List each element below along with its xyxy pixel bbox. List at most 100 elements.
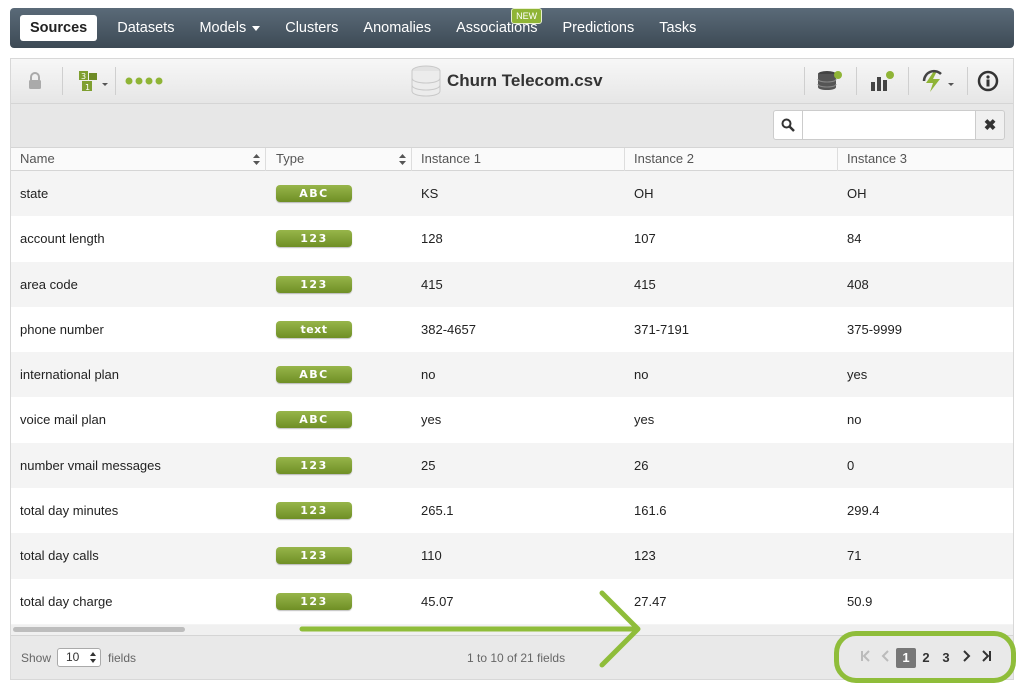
- instance-3-cell: 71: [847, 548, 862, 564]
- table-row[interactable]: account length 128 107 84 123: [11, 216, 1013, 262]
- column-header-instance-2: Instance 2: [625, 148, 838, 171]
- column-header-label: Type: [276, 151, 305, 166]
- type-badge[interactable]: ABC: [276, 366, 352, 384]
- field-name-cell: total day calls: [20, 548, 99, 564]
- instance-1-cell: yes: [421, 412, 442, 428]
- table-row[interactable]: area code 415 415 408 123: [11, 261, 1013, 307]
- instance-1-cell: 128: [421, 231, 443, 247]
- instance-3-cell: 0: [847, 457, 855, 473]
- instance-2-cell: 26: [634, 457, 649, 473]
- instance-1-cell: 415: [421, 276, 443, 292]
- instance-2-cell: 107: [634, 231, 656, 247]
- column-header-name[interactable]: Name: [11, 148, 266, 171]
- table-row[interactable]: phone number 382-4657 371-7191 375-9999 text: [11, 306, 1013, 353]
- type-badge[interactable]: 123: [276, 456, 352, 474]
- database-icon: [411, 65, 441, 97]
- instance-3-cell: 50.9: [847, 593, 873, 609]
- clear-search-button[interactable]: ✖: [975, 110, 1005, 140]
- instance-3-cell: 84: [847, 231, 862, 247]
- nav-predictions[interactable]: Predictions: [552, 15, 646, 41]
- field-name-cell: voice mail plan: [20, 412, 106, 428]
- instance-2-cell: 371-7191: [634, 321, 689, 337]
- source-config-icon[interactable]: 31: [75, 69, 111, 93]
- info-icon[interactable]: [975, 69, 1001, 93]
- table-body: state KS OH OH ABC account length 128 107 84 123 a…: [11, 171, 1013, 624]
- field-name-cell: account length: [20, 231, 105, 247]
- type-badge[interactable]: text: [276, 320, 352, 338]
- table-row[interactable]: voice mail plan yes yes no ABC: [11, 397, 1013, 443]
- nav-models[interactable]: Models: [188, 15, 271, 41]
- table-row[interactable]: total day calls 110 123 71 123: [11, 533, 1013, 579]
- instance-3-cell: no: [847, 412, 862, 428]
- actions-icon[interactable]: [919, 68, 959, 94]
- field-name-cell: total day charge: [20, 593, 113, 609]
- type-badge[interactable]: ABC: [276, 185, 352, 202]
- table-row[interactable]: total day minutes 265.1 161.6 299.4 123: [11, 488, 1013, 534]
- nav-models-label: Models: [199, 20, 247, 36]
- sort-icon: [253, 154, 260, 165]
- column-header-type[interactable]: Type: [267, 148, 412, 171]
- page-size-select[interactable]: 10: [57, 648, 101, 667]
- dataset-icon[interactable]: [815, 68, 845, 94]
- instance-3-cell: 408: [847, 276, 869, 292]
- record-count: 1 to 10 of 21 fields: [467, 651, 566, 665]
- instance-2-cell: OH: [634, 186, 654, 201]
- nav-anomalies[interactable]: Anomalies: [352, 15, 442, 41]
- chevron-down-icon: [252, 25, 261, 31]
- instance-1-cell: no: [421, 367, 436, 383]
- nav-tasks[interactable]: Tasks: [648, 15, 707, 41]
- more-dots-icon[interactable]: [123, 73, 167, 89]
- close-icon: ✖: [983, 117, 997, 134]
- table-row[interactable]: state KS OH OH ABC: [11, 171, 1013, 217]
- field-name-cell: total day minutes: [20, 503, 119, 519]
- field-name-cell: number vmail messages: [20, 457, 161, 473]
- instance-3-cell: OH: [847, 186, 867, 201]
- instance-1-cell: 382-4657: [421, 321, 476, 337]
- type-badge[interactable]: 123: [276, 275, 352, 293]
- instance-2-cell: yes: [634, 412, 655, 428]
- instance-3-cell: 299.4: [847, 503, 880, 519]
- nav-datasets[interactable]: Datasets: [106, 15, 185, 41]
- field-name-cell: area code: [20, 276, 78, 292]
- type-badge[interactable]: ABC: [276, 411, 352, 429]
- nav-sources[interactable]: Sources: [20, 15, 98, 41]
- source-title: Churn Telecom.csv: [411, 64, 603, 98]
- instance-1-cell: KS: [421, 186, 439, 201]
- column-header-instance-1: Instance 1: [412, 148, 625, 171]
- table-row[interactable]: international plan no no yes ABC: [11, 352, 1013, 398]
- field-name-cell: international plan: [20, 367, 120, 383]
- lock-icon[interactable]: [25, 71, 45, 91]
- table-row[interactable]: total day charge 45.07 27.47 50.9 123: [11, 578, 1013, 624]
- column-header-instance-3: Instance 3: [847, 151, 907, 166]
- type-badge[interactable]: 123: [276, 230, 352, 248]
- nav-associations[interactable]: Associations NEW: [445, 8, 548, 41]
- type-badge[interactable]: 123: [276, 592, 352, 610]
- source-name: Churn Telecom.csv: [447, 71, 603, 90]
- search-bar: ✖: [11, 104, 1013, 148]
- show-label: Show: [21, 651, 52, 665]
- type-badge[interactable]: 123: [276, 502, 352, 520]
- instance-1-cell: 25: [421, 457, 436, 473]
- source-panel: 31 Churn Telecom.csv ✖ Name Type Instanc…: [10, 58, 1014, 680]
- search-input[interactable]: [802, 110, 976, 140]
- field-name-cell: phone number: [20, 321, 104, 337]
- instance-3-cell: 375-9999: [847, 321, 902, 337]
- table-row[interactable]: number vmail messages 25 26 0 123: [11, 442, 1013, 489]
- instance-3-cell: yes: [847, 367, 868, 383]
- page-size-value: 10: [66, 650, 80, 664]
- scrollbar-thumb[interactable]: [13, 627, 185, 632]
- pagination-highlight: [834, 631, 1016, 683]
- instance-1-cell: 110: [421, 548, 442, 564]
- type-badge[interactable]: 123: [276, 547, 352, 565]
- top-nav: Sources Datasets Models Clusters Anomali…: [10, 8, 1014, 48]
- svg-text:3: 3: [81, 72, 86, 81]
- instance-2-cell: 27.47: [634, 593, 667, 609]
- select-arrows-icon: [90, 652, 96, 663]
- instance-1-cell: 45.07: [421, 593, 454, 609]
- nav-clusters[interactable]: Clusters: [274, 15, 349, 41]
- instance-2-cell: no: [634, 367, 649, 383]
- model-icon[interactable]: [867, 68, 897, 94]
- instance-2-cell: 123: [634, 548, 656, 564]
- search-button[interactable]: [773, 110, 803, 140]
- new-badge: NEW: [511, 8, 543, 24]
